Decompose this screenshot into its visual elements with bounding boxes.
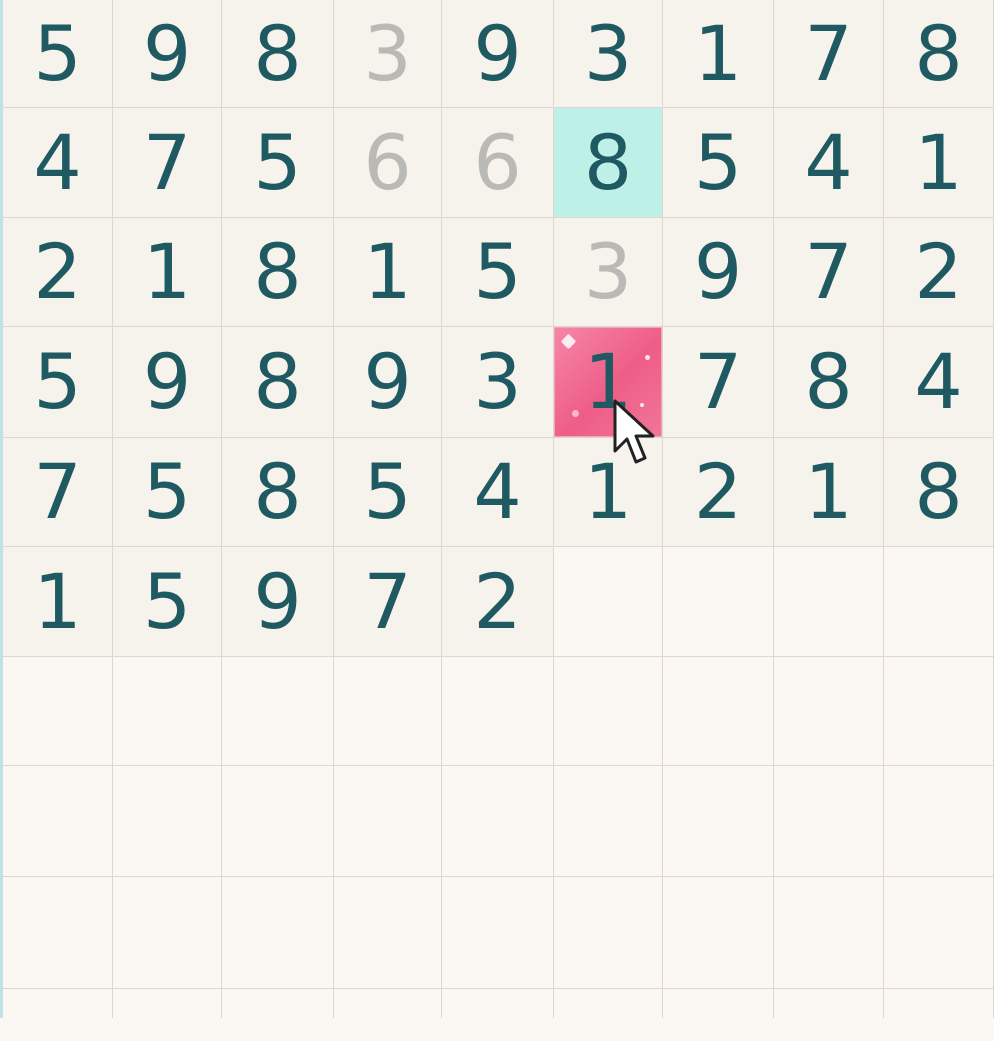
empty-cell[interactable] <box>3 989 113 1018</box>
number-cell[interactable]: 5 <box>113 438 222 547</box>
number-cell[interactable]: 3 <box>334 0 442 108</box>
empty-cell[interactable] <box>442 766 554 877</box>
number-cell[interactable]: 9 <box>113 327 222 438</box>
empty-cell[interactable] <box>554 547 663 657</box>
number-cell[interactable]: 3 <box>554 0 663 108</box>
number-cell[interactable]: 9 <box>442 0 554 108</box>
bottom-margin <box>0 1018 994 1041</box>
empty-cell[interactable] <box>222 877 334 989</box>
number-cell[interactable]: 1 <box>3 547 113 657</box>
number-cell[interactable]: 5 <box>113 547 222 657</box>
number-grid: 5983931784756685412181539725989317847585… <box>3 0 994 1018</box>
number-cell[interactable]: 9 <box>334 327 442 438</box>
number-cell[interactable]: 8 <box>222 327 334 438</box>
number-cell[interactable]: 9 <box>222 547 334 657</box>
empty-cell[interactable] <box>554 989 663 1018</box>
number-cell[interactable]: 5 <box>334 438 442 547</box>
number-cell[interactable]: 8 <box>222 218 334 327</box>
empty-cell[interactable] <box>3 877 113 989</box>
empty-cell[interactable] <box>663 766 774 877</box>
empty-cell[interactable] <box>554 877 663 989</box>
number-cell[interactable]: 7 <box>113 108 222 218</box>
empty-cell[interactable] <box>884 657 994 766</box>
number-cell[interactable]: 8 <box>222 438 334 547</box>
number-cell[interactable]: 5 <box>3 0 113 108</box>
number-cell[interactable]: 1 <box>554 327 663 438</box>
number-cell[interactable]: 7 <box>3 438 113 547</box>
number-cell[interactable]: 1 <box>774 438 884 547</box>
number-cell[interactable]: 7 <box>774 0 884 108</box>
empty-cell[interactable] <box>3 766 113 877</box>
number-cell[interactable]: 4 <box>442 438 554 547</box>
empty-cell[interactable] <box>884 547 994 657</box>
number-cell[interactable]: 7 <box>334 547 442 657</box>
number-cell[interactable]: 7 <box>774 218 884 327</box>
number-cell[interactable]: 5 <box>222 108 334 218</box>
number-cell[interactable]: 5 <box>663 108 774 218</box>
number-cell[interactable]: 9 <box>113 0 222 108</box>
empty-cell[interactable] <box>884 877 994 989</box>
number-cell[interactable]: 1 <box>884 108 994 218</box>
empty-cell[interactable] <box>334 877 442 989</box>
number-cell[interactable]: 1 <box>113 218 222 327</box>
number-cell[interactable]: 1 <box>554 438 663 547</box>
number-cell[interactable]: 8 <box>222 0 334 108</box>
empty-cell[interactable] <box>442 989 554 1018</box>
number-cell[interactable]: 3 <box>554 218 663 327</box>
empty-cell[interactable] <box>663 547 774 657</box>
number-cell[interactable]: 2 <box>884 218 994 327</box>
empty-cell[interactable] <box>884 989 994 1018</box>
empty-cell[interactable] <box>774 766 884 877</box>
empty-cell[interactable] <box>774 989 884 1018</box>
empty-cell[interactable] <box>3 657 113 766</box>
number-cell[interactable]: 2 <box>3 218 113 327</box>
sparkle-icon <box>640 403 644 407</box>
empty-cell[interactable] <box>222 657 334 766</box>
empty-cell[interactable] <box>222 989 334 1018</box>
empty-cell[interactable] <box>774 547 884 657</box>
empty-cell[interactable] <box>334 657 442 766</box>
number-cell[interactable]: 6 <box>442 108 554 218</box>
number-cell[interactable]: 5 <box>3 327 113 438</box>
empty-cell[interactable] <box>884 766 994 877</box>
empty-cell[interactable] <box>222 766 334 877</box>
number-cell[interactable]: 4 <box>774 108 884 218</box>
empty-cell[interactable] <box>663 989 774 1018</box>
number-cell[interactable]: 9 <box>663 218 774 327</box>
sparkle-icon <box>560 333 577 350</box>
empty-cell[interactable] <box>774 657 884 766</box>
number-cell[interactable]: 3 <box>442 327 554 438</box>
empty-cell[interactable] <box>774 877 884 989</box>
empty-cell[interactable] <box>442 657 554 766</box>
sparkle-icon <box>572 410 579 417</box>
empty-cell[interactable] <box>334 989 442 1018</box>
number-match-board: 5983931784756685412181539725989317847585… <box>0 0 994 1041</box>
empty-cell[interactable] <box>113 657 222 766</box>
empty-cell[interactable] <box>663 657 774 766</box>
empty-cell[interactable] <box>113 989 222 1018</box>
number-cell[interactable]: 4 <box>3 108 113 218</box>
number-cell[interactable]: 1 <box>334 218 442 327</box>
empty-cell[interactable] <box>442 877 554 989</box>
number-cell[interactable]: 5 <box>442 218 554 327</box>
empty-cell[interactable] <box>554 657 663 766</box>
number-cell[interactable]: 8 <box>884 438 994 547</box>
number-cell[interactable]: 7 <box>663 327 774 438</box>
number-cell[interactable]: 6 <box>334 108 442 218</box>
number-cell[interactable]: 8 <box>884 0 994 108</box>
empty-cell[interactable] <box>113 766 222 877</box>
sparkle-icon <box>645 355 650 360</box>
empty-cell[interactable] <box>663 877 774 989</box>
number-cell[interactable]: 2 <box>442 547 554 657</box>
empty-cell[interactable] <box>554 766 663 877</box>
number-cell[interactable]: 8 <box>554 108 663 218</box>
number-cell[interactable]: 8 <box>774 327 884 438</box>
empty-cell[interactable] <box>113 877 222 989</box>
number-cell[interactable]: 1 <box>663 0 774 108</box>
number-cell[interactable]: 4 <box>884 327 994 438</box>
empty-cell[interactable] <box>334 766 442 877</box>
number-cell[interactable]: 2 <box>663 438 774 547</box>
